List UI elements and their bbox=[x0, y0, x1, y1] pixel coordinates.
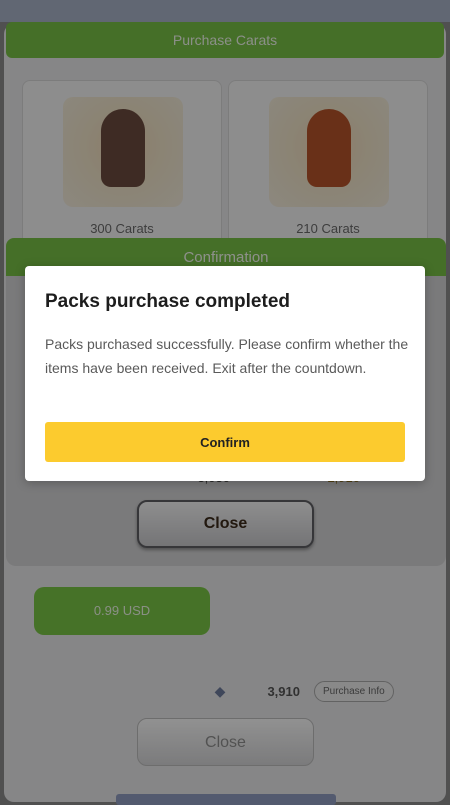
dialog-message: Packs purchased successfully. Please con… bbox=[45, 336, 409, 376]
confirm-button[interactable]: Confirm bbox=[45, 422, 405, 462]
purchase-completed-dialog: Packs purchase completed Packs purchased… bbox=[25, 266, 425, 481]
dialog-title: Packs purchase completed bbox=[45, 291, 290, 312]
